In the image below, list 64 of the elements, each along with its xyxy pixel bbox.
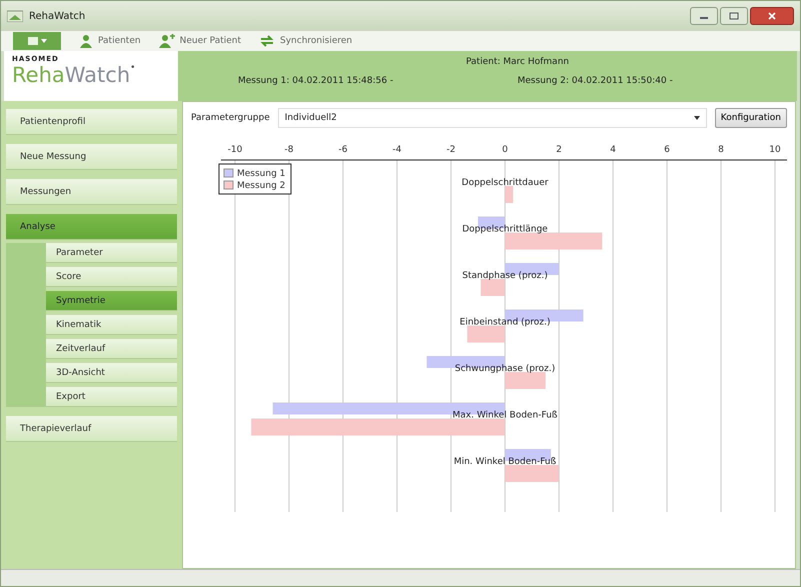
- measurement-label: Messung 1: 04.02.2011 15:48:56 -: [238, 76, 394, 88]
- toolbar-button[interactable]: Neuer Patient: [158, 34, 242, 48]
- sync-icon: [259, 34, 276, 48]
- tick-label: 6: [664, 145, 670, 155]
- category-label: Einbeinstand (proz.): [460, 318, 550, 328]
- bar: [505, 465, 559, 482]
- category-label: Doppelschrittlänge: [462, 224, 548, 234]
- person-icon: [79, 34, 93, 48]
- tick-label: 10: [769, 145, 781, 155]
- sidebar-subitem[interactable]: Zeitverlauf: [46, 339, 177, 359]
- legend-label: Messung 2: [237, 181, 286, 191]
- toolbar-button[interactable]: Synchronisieren: [259, 34, 352, 48]
- category-label: Standphase (proz.): [462, 271, 548, 281]
- sidebar-subitem[interactable]: Score: [46, 267, 177, 287]
- tick-label: -4: [392, 145, 402, 155]
- sidebar-item[interactable]: Therapieverlauf: [6, 416, 177, 442]
- tick-label: -2: [446, 145, 456, 155]
- maximize-icon: [729, 12, 739, 20]
- legend-label: Messung 1: [237, 169, 286, 179]
- configuration-button[interactable]: Konfiguration: [714, 108, 787, 128]
- tick-label: -10: [228, 145, 242, 155]
- close-button[interactable]: [750, 7, 794, 25]
- close-icon: [767, 12, 777, 20]
- parameter-group-dropdown[interactable]: Individuell2: [278, 108, 707, 128]
- app-icon: [7, 10, 23, 22]
- sidebar-item[interactable]: Patientenprofil: [6, 109, 177, 135]
- maximize-button[interactable]: [720, 7, 748, 25]
- tick-label: 2: [556, 145, 562, 155]
- caret-icon: [40, 39, 46, 43]
- legend-item: Messung 2: [224, 180, 286, 191]
- add-person-icon: [158, 34, 175, 48]
- sidebar-subitem[interactable]: Kinematik: [46, 315, 177, 335]
- window-icon: [28, 37, 38, 45]
- bar: [480, 279, 505, 296]
- tick-label: -6: [338, 145, 348, 155]
- logo-text: Watch: [64, 63, 130, 87]
- tick-label: 8: [718, 145, 724, 155]
- sidebar-subitem[interactable]: Parameter: [46, 243, 177, 263]
- measurement-label: Messung 2: 04.02.2011 15:50:40 -: [518, 76, 674, 88]
- logo-mark: •: [130, 63, 136, 73]
- sidebar-subitem[interactable]: Symmetrie: [46, 291, 177, 311]
- tick-label: -8: [284, 145, 294, 155]
- bar: [505, 372, 546, 389]
- sidebar-subitem[interactable]: 3D-Ansicht: [46, 363, 177, 383]
- category-label: Schwungphase (proz.): [454, 364, 556, 374]
- sidebar-item[interactable]: Analyse: [6, 214, 177, 240]
- sidebar-item[interactable]: Messungen: [6, 179, 177, 205]
- patient-name: Patient: Marc Hofmann: [466, 57, 569, 69]
- bar: [467, 326, 505, 342]
- sidebar-item[interactable]: Neue Messung: [6, 144, 177, 170]
- tick-label: 0: [502, 145, 508, 155]
- dropdown-arrow-icon: [694, 116, 700, 120]
- window-title: RehaWatch: [29, 10, 86, 22]
- bar: [505, 186, 514, 203]
- legend-item: Messung 1: [224, 168, 286, 179]
- sidebar-subitem[interactable]: Export: [46, 387, 177, 407]
- toolbar-button[interactable]: Patienten: [79, 34, 141, 48]
- minimize-button[interactable]: [690, 7, 718, 25]
- logo-text: Reha: [12, 63, 65, 87]
- tick-label: 4: [610, 145, 616, 155]
- category-label: Max. Winkel Boden-Fuß: [452, 410, 558, 420]
- category-label: Min. Winkel Boden-Fuß: [454, 457, 556, 467]
- category-label: Doppelschrittdauer: [462, 178, 548, 188]
- field-label: Parametergruppe: [191, 113, 270, 123]
